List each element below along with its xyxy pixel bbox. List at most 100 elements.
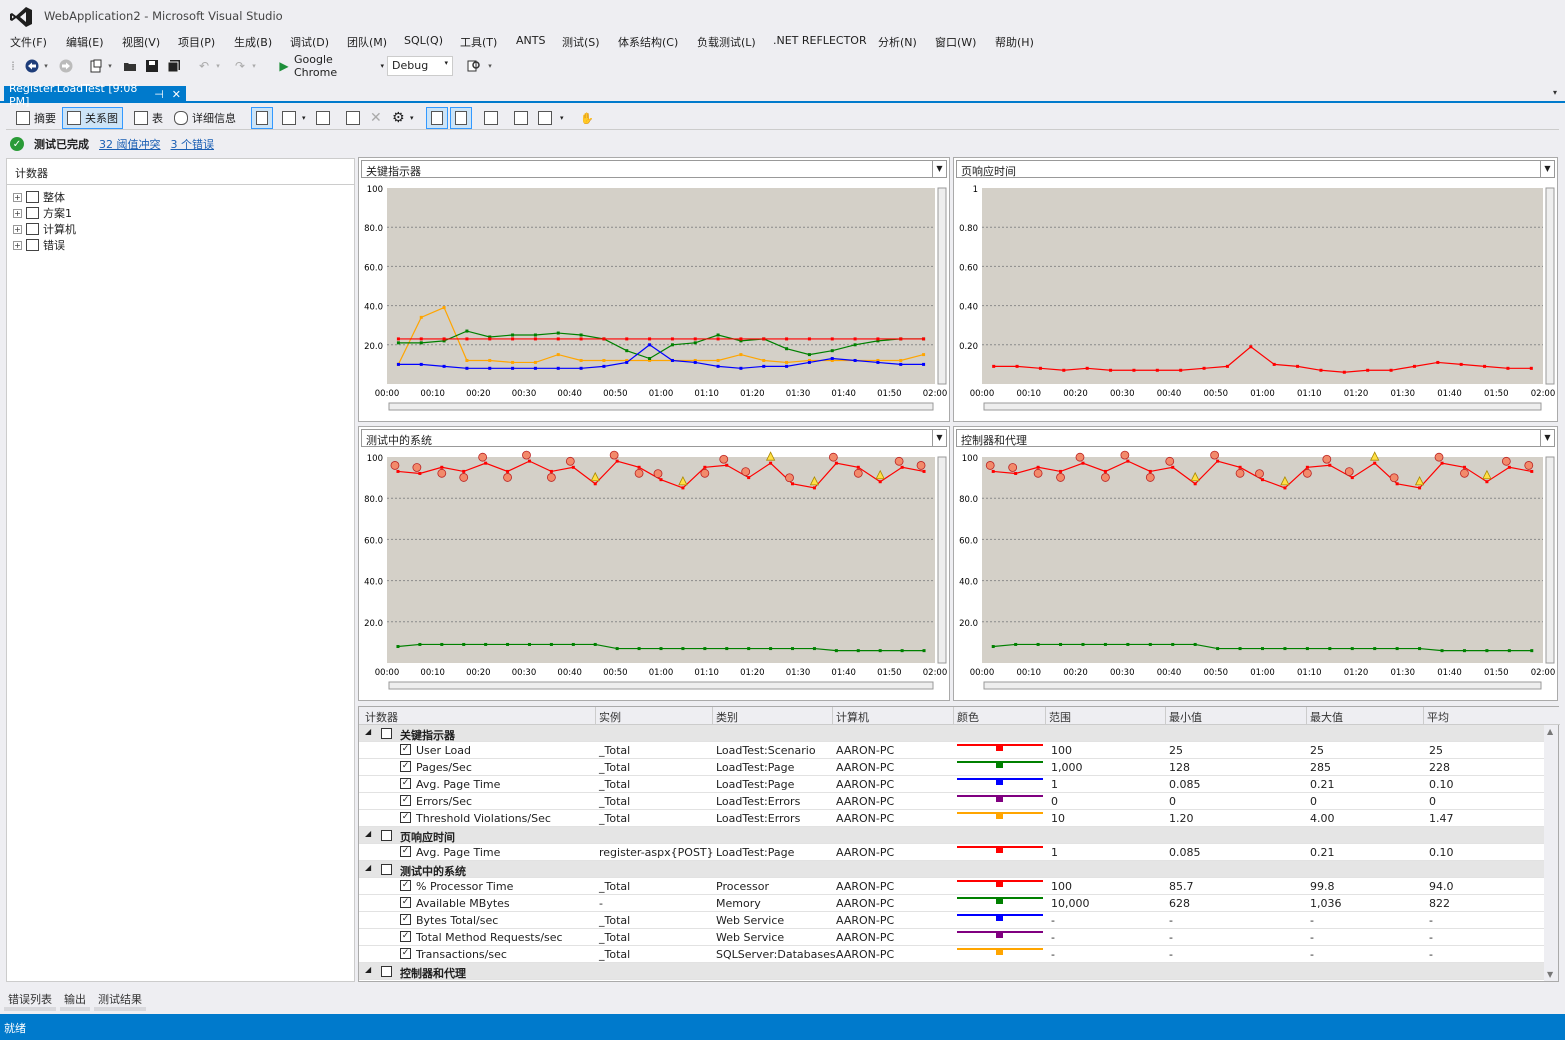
threshold-critical-icon[interactable] xyxy=(1344,467,1354,477)
show-legend-button[interactable] xyxy=(251,107,273,129)
excel-report-button[interactable] xyxy=(534,107,556,129)
row-checkbox[interactable]: ✓ xyxy=(400,795,411,806)
grid-row[interactable]: ✓ Errors/Sec _Total LoadTest:Errors AARON-PC… xyxy=(359,793,1545,810)
menu-item-6[interactable]: 团队(M) xyxy=(347,34,387,50)
undo-icon[interactable]: ↶ xyxy=(196,57,212,75)
threshold-critical-icon[interactable] xyxy=(894,456,904,466)
grid-row[interactable]: ✓ Pages/Sec _Total LoadTest:Page AARON-PC 1,0… xyxy=(359,759,1545,776)
graph-selector-dropdown[interactable]: 关键指示器 ▼ xyxy=(361,160,947,178)
menu-item-14[interactable]: 分析(N) xyxy=(878,34,917,50)
find-in-files-icon[interactable] xyxy=(466,57,482,75)
expand-icon[interactable]: + xyxy=(13,208,22,218)
grid-group-row[interactable]: ◢ 控制器和代理 xyxy=(359,963,1545,980)
column-header[interactable]: 颜色 xyxy=(957,709,979,725)
threshold-critical-icon[interactable] xyxy=(609,450,619,460)
vertical-scrollbar[interactable] xyxy=(937,187,947,385)
menu-item-12[interactable]: 负载测试(L) xyxy=(697,34,756,50)
menu-item-0[interactable]: 文件(F) xyxy=(10,34,47,50)
tab-list-dropdown-icon[interactable]: ▾ xyxy=(1553,88,1557,97)
graph-selector-dropdown[interactable]: 页响应时间 ▼ xyxy=(956,160,1555,178)
scroll-up-icon[interactable]: ▲ xyxy=(1547,727,1553,736)
forward-icon[interactable] xyxy=(58,57,74,75)
layout-button[interactable] xyxy=(278,107,300,129)
back-icon[interactable] xyxy=(24,57,40,75)
threshold-critical-icon[interactable] xyxy=(853,468,863,478)
menu-item-1[interactable]: 编辑(E) xyxy=(66,34,104,50)
threshold-critical-icon[interactable] xyxy=(700,468,710,478)
details-button[interactable]: 详细信息 xyxy=(170,107,240,129)
column-header[interactable]: 平均 xyxy=(1427,709,1449,725)
threshold-critical-icon[interactable] xyxy=(653,469,663,479)
threshold-critical-icon[interactable] xyxy=(1056,473,1065,482)
threshold-critical-icon[interactable] xyxy=(1524,461,1534,470)
counter-tree-item[interactable]: + 整体 xyxy=(13,189,65,205)
graph-selector-dropdown[interactable]: 控制器和代理 ▼ xyxy=(956,429,1555,447)
row-checkbox[interactable]: ✓ xyxy=(400,897,411,908)
column-header[interactable]: 范围 xyxy=(1049,709,1071,725)
horizontal-scrollbar[interactable] xyxy=(388,681,934,690)
column-header[interactable]: 最小值 xyxy=(1169,709,1202,725)
menu-item-5[interactable]: 调试(D) xyxy=(290,34,329,50)
row-checkbox[interactable]: ✓ xyxy=(400,880,411,891)
collapse-icon[interactable]: ◢ xyxy=(365,829,371,838)
vertical-scrollbar[interactable] xyxy=(1545,456,1555,664)
threshold-critical-icon[interactable] xyxy=(546,473,556,482)
menu-item-7[interactable]: SQL(Q) xyxy=(404,34,443,47)
back-dropdown-icon[interactable]: ▾ xyxy=(42,57,50,75)
row-checkbox[interactable]: ✓ xyxy=(400,778,411,789)
export-button[interactable] xyxy=(480,107,502,129)
column-header[interactable]: 实例 xyxy=(599,709,621,725)
threshold-critical-icon[interactable] xyxy=(1460,468,1469,478)
menu-item-4[interactable]: 生成(B) xyxy=(234,34,272,50)
settings-dropdown-icon[interactable]: ▾ xyxy=(406,107,418,129)
threshold-warning-icon[interactable] xyxy=(1370,451,1380,461)
column-header[interactable]: 计数器 xyxy=(365,709,398,725)
row-checkbox[interactable]: ✓ xyxy=(400,931,411,942)
threshold-critical-icon[interactable] xyxy=(785,473,794,483)
menu-item-13[interactable]: .NET REFLECTOR xyxy=(773,34,867,47)
threshold-critical-icon[interactable] xyxy=(985,461,995,470)
expand-icon[interactable]: + xyxy=(13,224,22,234)
threshold-violations-link[interactable]: 32 阈值冲突 xyxy=(99,136,161,152)
row-checkbox[interactable]: ✓ xyxy=(400,812,411,823)
threshold-critical-icon[interactable] xyxy=(1008,463,1018,472)
column-header[interactable]: 最大值 xyxy=(1310,709,1343,725)
close-icon[interactable]: ✕ xyxy=(172,88,181,101)
grid-vertical-scrollbar[interactable]: ▲ ▼ xyxy=(1544,725,1558,981)
browser-selector[interactable]: Google Chrome ▾ xyxy=(294,53,384,79)
delete-graph-button[interactable] xyxy=(342,107,364,129)
toolbar-options-icon[interactable]: ▾ xyxy=(486,57,494,75)
excel-export-button[interactable] xyxy=(510,107,532,129)
menu-item-16[interactable]: 帮助(H) xyxy=(995,34,1034,50)
excel-dropdown-icon[interactable]: ▾ xyxy=(556,107,568,129)
row-checkbox[interactable]: ✓ xyxy=(400,914,411,925)
pin-icon[interactable]: ⊣ xyxy=(154,88,164,101)
new-dropdown-icon[interactable]: ▾ xyxy=(106,57,114,75)
collapse-icon[interactable]: ◢ xyxy=(365,965,371,974)
start-debug-icon[interactable]: ▶ xyxy=(276,57,292,75)
menu-item-10[interactable]: 测试(S) xyxy=(562,34,600,50)
threshold-critical-icon[interactable] xyxy=(503,473,512,482)
hand-icon[interactable]: ✋ xyxy=(576,107,598,129)
menu-item-2[interactable]: 视图(V) xyxy=(122,34,160,50)
threshold-critical-icon[interactable] xyxy=(1501,456,1511,466)
remove-icon[interactable]: ✕ xyxy=(366,107,386,129)
zoom-button[interactable] xyxy=(426,107,448,129)
document-tab-register-loadtest[interactable]: Register.LoadTest [9:08 PM] ⊣ ✕ xyxy=(4,82,186,108)
threshold-critical-icon[interactable] xyxy=(522,450,531,460)
expand-icon[interactable]: + xyxy=(13,240,22,250)
threshold-critical-icon[interactable] xyxy=(741,467,751,477)
grid-row[interactable]: ✓ Avg. Page Time register-aspx{POST} LoadTe… xyxy=(359,844,1545,861)
vertical-scrollbar[interactable] xyxy=(937,456,947,664)
threshold-critical-icon[interactable] xyxy=(719,454,729,464)
redo-icon[interactable]: ↷ xyxy=(232,57,248,75)
collapse-icon[interactable]: ◢ xyxy=(365,727,371,736)
bottom-tab[interactable]: 错误列表 xyxy=(4,991,56,1011)
row-checkbox[interactable]: ✓ xyxy=(400,948,411,959)
threshold-critical-icon[interactable] xyxy=(1165,456,1175,466)
threshold-critical-icon[interactable] xyxy=(565,456,575,466)
new-project-icon[interactable] xyxy=(88,57,104,75)
counter-tree-item[interactable]: + 方案1 xyxy=(13,205,72,221)
scroll-down-icon[interactable]: ▼ xyxy=(1547,970,1553,979)
summary-button[interactable]: 摘要 xyxy=(12,107,60,129)
